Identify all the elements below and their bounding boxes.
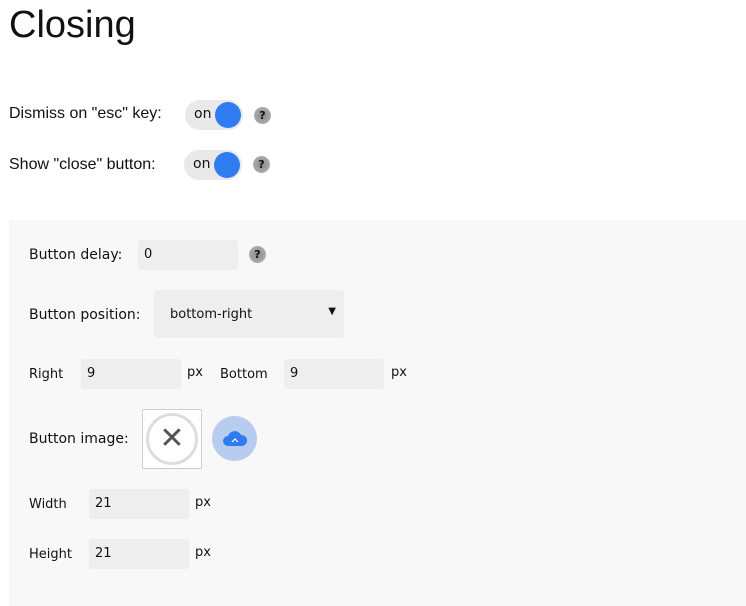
help-icon[interactable]: ? (254, 107, 271, 124)
selected-value: bottom-right (170, 307, 253, 322)
button-delay-label: Button delay: (29, 247, 123, 263)
show-close-label: Show "close" button: (9, 156, 156, 173)
width-label: Width (29, 497, 67, 512)
bottom-unit: px (391, 365, 407, 380)
dismiss-esc-toggle[interactable]: on (185, 100, 243, 130)
button-delay-input[interactable]: 0 (138, 240, 238, 270)
height-unit: px (195, 545, 211, 560)
bottom-label: Bottom (220, 367, 268, 382)
help-icon[interactable]: ? (249, 246, 266, 263)
upload-button[interactable] (212, 416, 257, 461)
toggle-state: on (194, 106, 212, 122)
bottom-input[interactable]: 9 (284, 359, 384, 389)
button-position-select[interactable]: bottom-right ▼ (154, 290, 344, 338)
width-unit: px (195, 495, 211, 510)
toggle-state: on (193, 156, 211, 172)
right-input[interactable]: 9 (81, 359, 181, 389)
show-close-toggle[interactable]: on (184, 150, 242, 180)
width-input[interactable]: 21 (89, 489, 189, 519)
dropdown-arrow-icon: ▼ (328, 306, 336, 317)
height-input[interactable]: 21 (89, 539, 189, 569)
help-icon[interactable]: ? (253, 156, 270, 173)
right-unit: px (187, 365, 203, 380)
toggle-knob (214, 152, 240, 178)
button-image-preview: ✕ (142, 409, 202, 469)
height-label: Height (29, 547, 72, 562)
button-position-label: Button position: (29, 307, 141, 323)
cloud-upload-icon (223, 431, 248, 446)
dismiss-esc-label: Dismiss on "esc" key: (9, 105, 162, 122)
button-image-label: Button image: (29, 431, 129, 447)
page-title: Closing (9, 4, 136, 46)
close-x-icon: ✕ (146, 413, 198, 465)
toggle-knob (215, 102, 241, 128)
right-label: Right (29, 367, 64, 382)
